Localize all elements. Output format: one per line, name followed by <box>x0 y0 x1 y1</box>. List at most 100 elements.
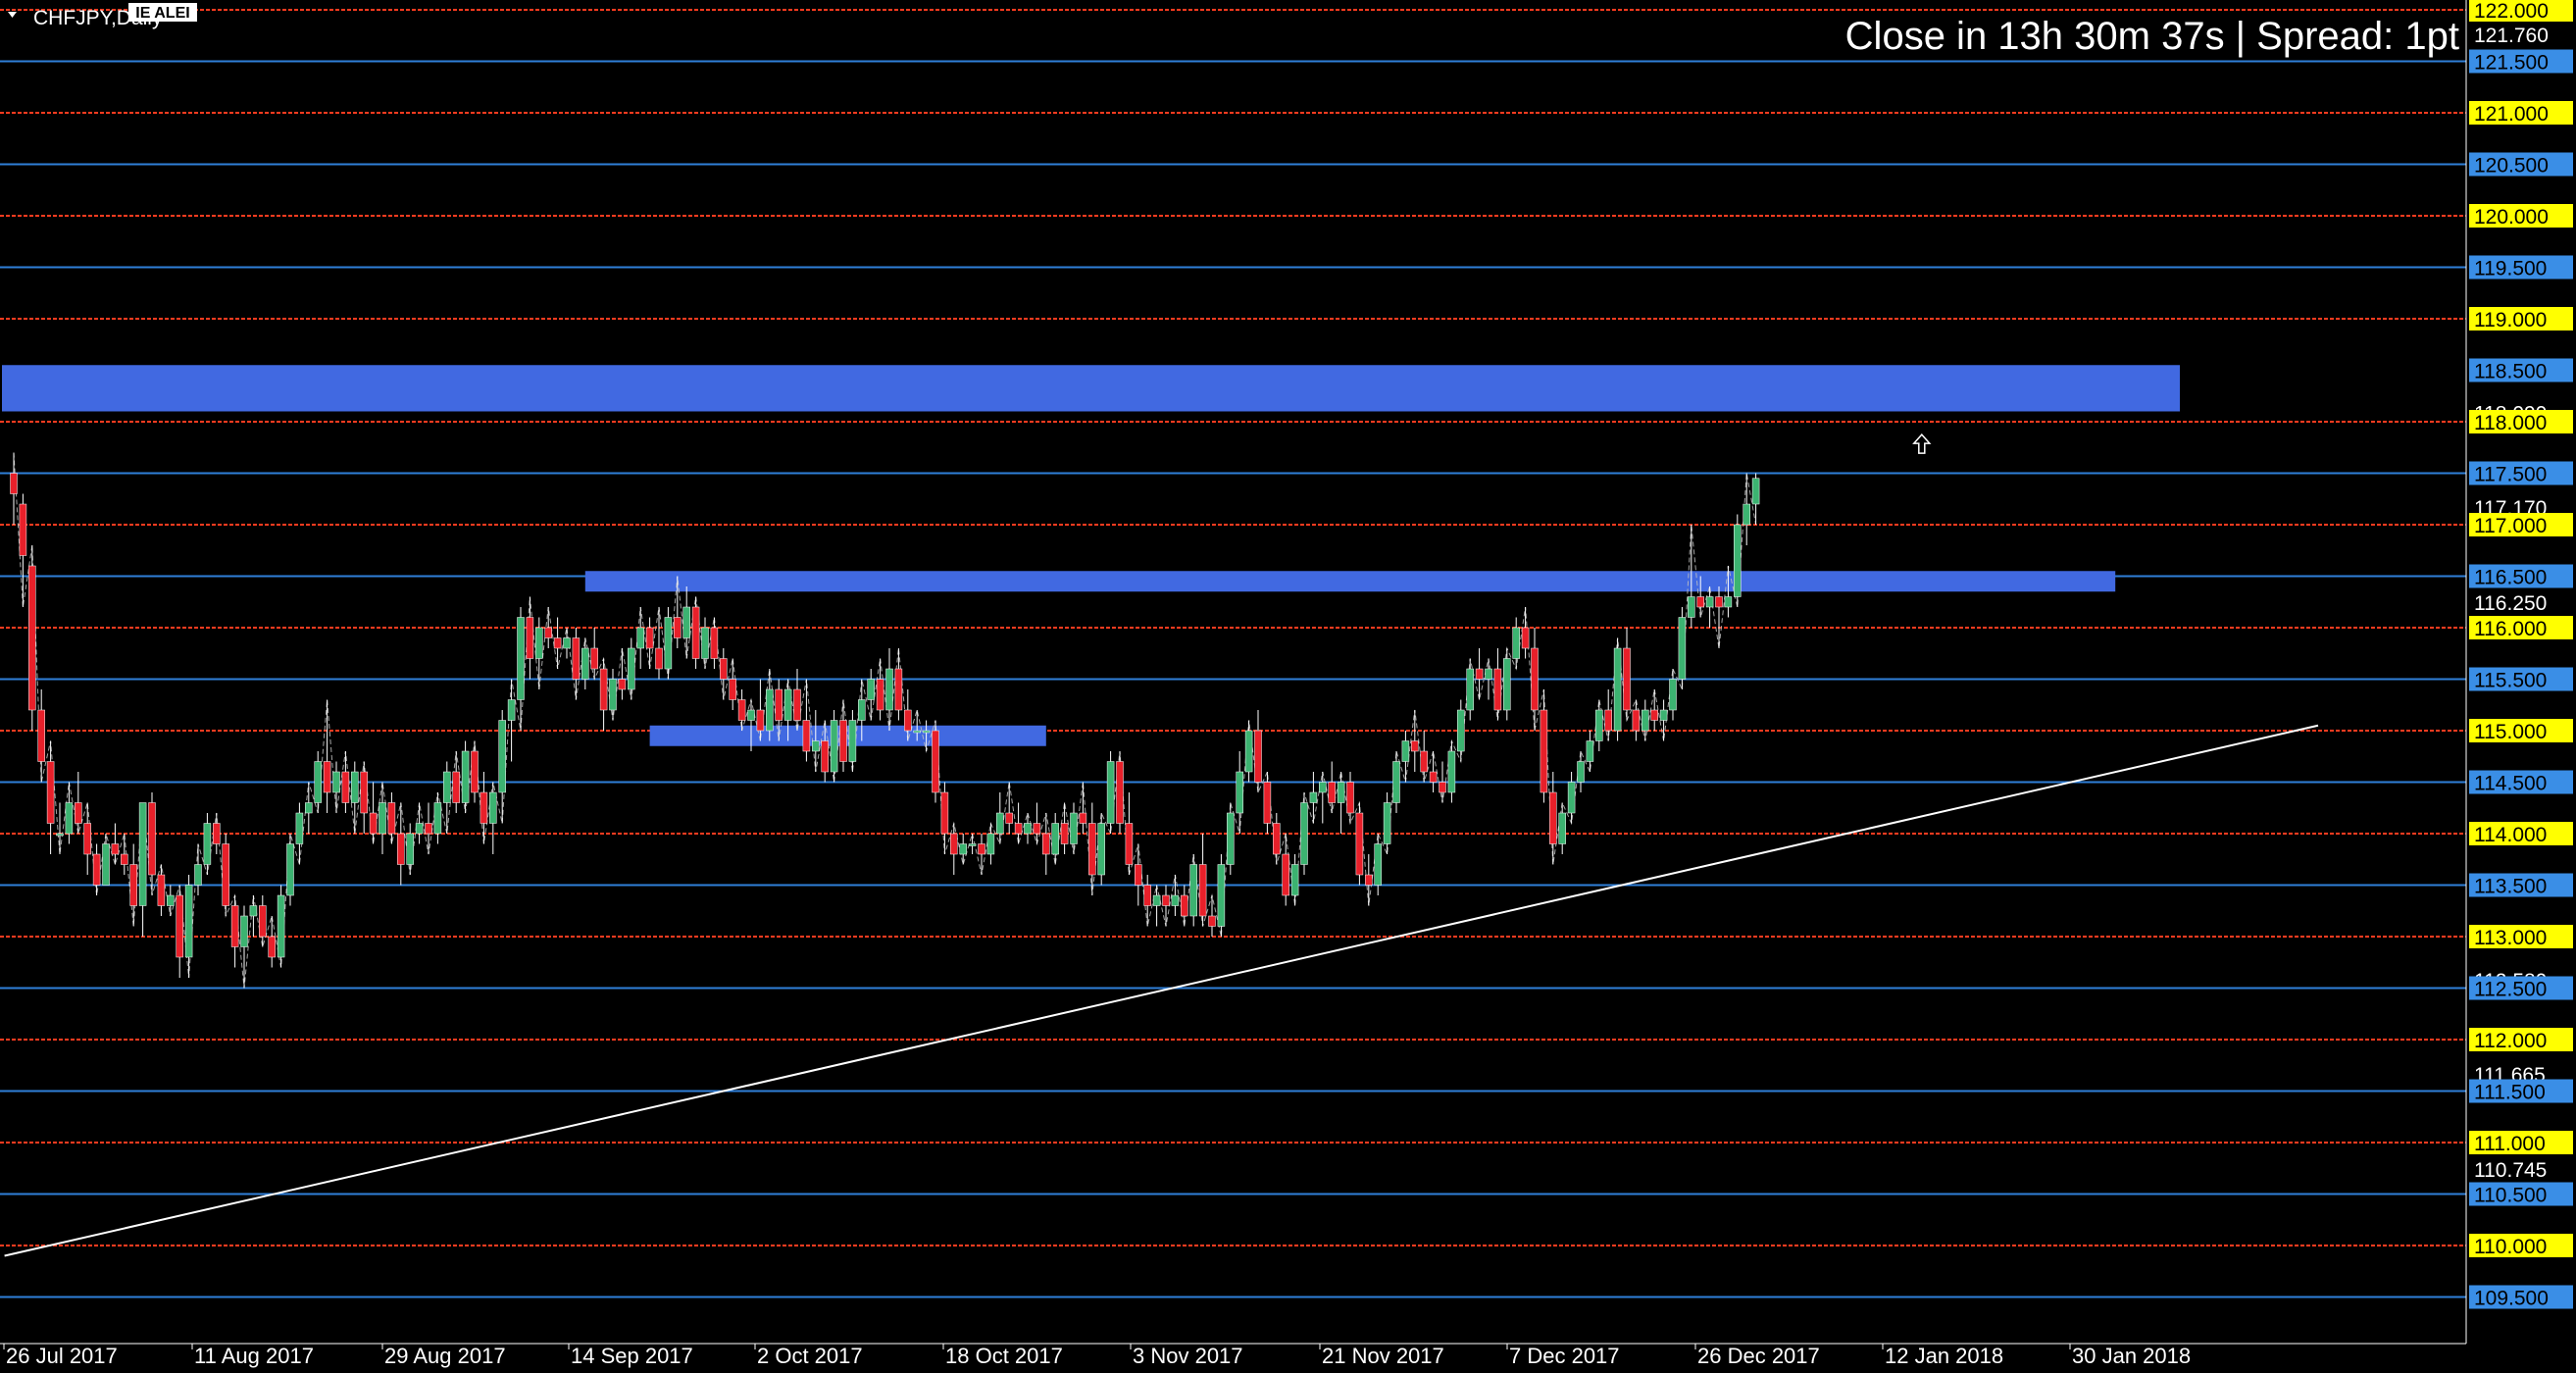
candle-body <box>1217 864 1226 927</box>
candle-body <box>480 791 488 824</box>
candle-body <box>1493 668 1502 711</box>
candle-body <box>387 802 396 835</box>
candle-body <box>1558 812 1566 844</box>
candle-body <box>314 761 322 803</box>
candle-body <box>1531 647 1539 711</box>
candle-body <box>360 771 368 814</box>
candle-body <box>1051 823 1059 855</box>
candle-body <box>904 709 912 732</box>
candle-body <box>913 730 921 734</box>
candle-body <box>701 627 709 659</box>
candle-body <box>397 833 405 865</box>
price-label: 112.500 <box>2474 979 2547 1001</box>
price-label: 111.000 <box>2474 1133 2546 1155</box>
candle-body <box>1447 750 1456 793</box>
candle-body <box>720 658 728 680</box>
candle-body <box>295 812 304 844</box>
candle <box>1227 802 1235 875</box>
price-label: 110.500 <box>2474 1185 2547 1207</box>
candle-body <box>1705 596 1714 608</box>
candle-body <box>332 771 340 793</box>
candle-body <box>756 709 765 732</box>
candle-body <box>379 802 386 835</box>
candle-body <box>1586 740 1594 762</box>
price-label: 115.500 <box>2474 670 2547 692</box>
candle-body <box>286 843 294 896</box>
price-label: 118.500 <box>2474 361 2547 383</box>
candle-body <box>1485 668 1492 680</box>
candle-body <box>425 823 432 835</box>
time-tick-label: 12 Jan 2018 <box>1885 1344 2003 1368</box>
candle-body <box>1669 679 1677 711</box>
candle-timer-status: Close in 13h 30m 37s | Spread: 1pt <box>1845 15 2459 58</box>
candle-body <box>1751 478 1760 505</box>
zone-rect <box>2 365 2180 412</box>
candle-body <box>111 843 120 855</box>
candle-body <box>1171 894 1180 906</box>
candle-body <box>369 812 378 835</box>
candle-body <box>986 833 995 855</box>
candle-body <box>1392 761 1400 803</box>
candle-body <box>590 647 598 670</box>
candle-body <box>802 720 811 752</box>
candle-body <box>1420 750 1428 773</box>
candle-body <box>1439 782 1446 793</box>
candle-body <box>894 668 903 711</box>
candle <box>1300 792 1308 875</box>
candle <box>1116 751 1124 834</box>
price-label: 113.500 <box>2474 876 2547 898</box>
candle-body <box>968 843 977 846</box>
candle-body <box>1254 730 1262 783</box>
price-label: 111.500 <box>2474 1082 2546 1104</box>
candle-body <box>940 791 949 835</box>
time-tick-label: 26 Dec 2017 <box>1697 1344 1820 1368</box>
candle-body <box>609 679 617 711</box>
candle-body <box>922 730 931 734</box>
candle-body <box>184 885 193 958</box>
price-label: 121.500 <box>2474 52 2549 75</box>
time-tick-label: 3 Nov 2017 <box>1133 1344 1243 1368</box>
candle-body <box>1595 709 1603 741</box>
price-label: 110.745 <box>2474 1159 2547 1182</box>
candle-body <box>102 843 110 886</box>
candle-body <box>10 473 18 494</box>
candle-body <box>1623 647 1631 711</box>
candle-body <box>240 915 248 947</box>
candle-body <box>1604 709 1612 732</box>
candle-body <box>1429 771 1438 783</box>
candle-body <box>682 606 690 638</box>
candle-body <box>1696 596 1704 608</box>
price-label: 117.500 <box>2474 464 2547 486</box>
candle-body <box>1189 864 1197 917</box>
candle <box>1106 751 1115 834</box>
candle-body <box>783 688 792 721</box>
candle-body <box>1337 782 1345 803</box>
candle-body <box>563 637 571 649</box>
price-label: 109.500 <box>2474 1288 2549 1310</box>
candle-body <box>1319 782 1327 793</box>
candle-body <box>121 853 128 865</box>
price-label: 121.760 <box>2474 25 2549 47</box>
time-tick-label: 2 Oct 2017 <box>757 1344 863 1368</box>
candle-body <box>1227 812 1235 865</box>
candle-body <box>1033 823 1041 835</box>
candle-body <box>1466 668 1474 711</box>
candle <box>1217 854 1226 937</box>
candle-body <box>452 771 460 803</box>
candle-body <box>599 668 608 711</box>
price-chart[interactable]: 122.000121.760 121.500 121.000 120.500 120.0… <box>0 0 2576 1373</box>
candle-body <box>1300 802 1308 865</box>
candle <box>461 740 470 813</box>
candle-body <box>92 853 101 886</box>
candle-body <box>1365 874 1373 886</box>
candle-body <box>1060 823 1069 844</box>
candle-body <box>46 761 55 824</box>
candle-body <box>157 874 166 906</box>
candle-body <box>691 606 700 659</box>
candle-body <box>572 637 581 680</box>
candle-body <box>737 699 746 721</box>
candle-body <box>1475 668 1484 680</box>
candle-body <box>1678 617 1687 680</box>
candle-body <box>249 905 258 917</box>
price-label: 112.000 <box>2474 1030 2547 1052</box>
